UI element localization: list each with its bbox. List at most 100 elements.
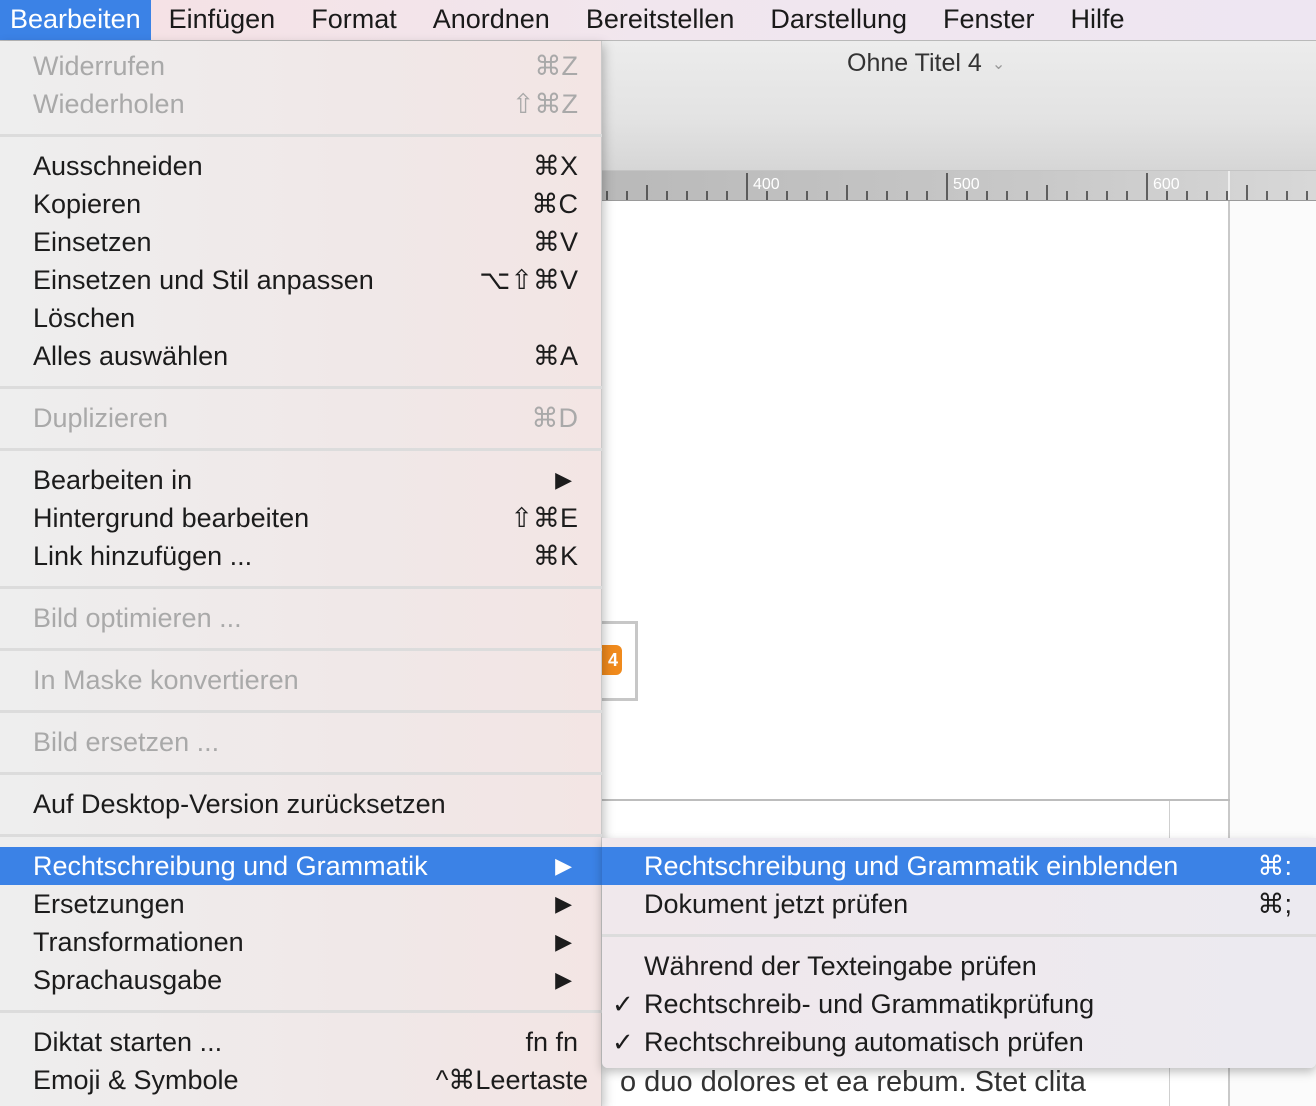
ruler-label: 600 [1153,176,1180,193]
menu-hilfe[interactable]: Hilfe [1053,0,1143,40]
chevron-down-icon[interactable]: ⌄ [992,54,1005,74]
menu-separator [0,834,602,837]
menu-item-label: Emoji & Symbole [33,1065,239,1095]
menu-format[interactable]: Format [293,0,415,40]
shortcut-label: fn fn [525,1027,578,1057]
menu-item-label: Einsetzen und Stil anpassen [33,265,374,295]
menu-item-label: In Maske konvertieren [33,665,299,695]
submenu-arrow-icon: ▶ [555,929,572,954]
submenu-arrow-icon: ▶ [555,853,572,878]
submenu-item-check-grammar[interactable]: ✓ Rechtschreib- und Grammatikprüfung [602,985,1316,1023]
menu-item-label: Duplizieren [33,403,169,433]
menu-separator [0,448,602,451]
submenu-item-autocorrect[interactable]: ✓ Rechtschreibung automatisch prüfen [602,1023,1316,1061]
checkmark-icon: ✓ [612,1027,634,1057]
menu-separator [0,1010,602,1013]
menu-anordnen[interactable]: Anordnen [415,0,568,40]
menu-bereitstellen[interactable]: Bereitstellen [568,0,753,40]
menu-separator [0,648,602,651]
shortcut-label: ⌘V [532,227,578,257]
menu-item-label: Bild optimieren ... [33,603,242,633]
submenu-item-check-while-typing[interactable]: Während der Texteingabe prüfen [602,947,1316,985]
menu-item-cut[interactable]: Ausschneiden ⌘X [0,147,602,185]
menu-separator [0,586,602,589]
menu-item-convert-mask[interactable]: In Maske konvertieren [0,661,602,699]
menu-separator [0,772,602,775]
menu-item-label: Link hinzufügen ... [33,541,253,571]
menu-item-label: Transformationen [33,927,244,957]
menu-item-label: Ersetzungen [33,889,185,919]
edit-menu: Widerrufen ⌘Z Wiederholen ⇧⌘Z Ausschneid… [0,41,602,1106]
menu-item-label: Während der Texteingabe prüfen [644,951,1037,981]
menu-item-label: Rechtschreib- und Grammatikprüfung [644,989,1095,1019]
menu-item-delete[interactable]: Löschen [0,299,602,337]
shortcut-label: ⌘A [532,341,578,371]
spelling-submenu: Rechtschreibung und Grammatik einblenden… [602,838,1316,1068]
menu-item-label: Löschen [33,303,136,333]
submenu-arrow-icon: ▶ [555,891,572,916]
menu-item-speech[interactable]: Sprachausgabe ▶ [0,961,602,999]
menu-item-duplicate[interactable]: Duplizieren ⌘D [0,399,602,437]
document-title-text: Ohne Titel 4 [847,49,982,77]
menu-item-label: Diktat starten ... [33,1027,223,1057]
ruler-label: 500 [953,176,980,193]
menu-item-label: Wiederholen [33,89,185,119]
menu-item-select-all[interactable]: Alles auswählen ⌘A [0,337,602,375]
checkmark-icon: ✓ [612,989,634,1019]
shortcut-label: ⇧⌘E [510,503,578,533]
menu-item-edit-in[interactable]: Bearbeiten in ▶ [0,461,602,499]
menu-item-label: Dokument jetzt prüfen [644,889,909,919]
menu-separator [0,710,602,713]
shortcut-label: ⌘: [1257,851,1292,881]
window-toolbar: Ohne Titel 4 ⌄ [602,41,1316,171]
menu-item-substitutions[interactable]: Ersetzungen ▶ [0,885,602,923]
menu-item-label: Auf Desktop-Version zurücksetzen [33,789,446,819]
submenu-arrow-icon: ▶ [555,467,572,492]
menu-item-label: Sprachausgabe [33,965,223,995]
menu-item-label: Hintergrund bearbeiten [33,503,310,533]
menu-item-spelling-grammar[interactable]: Rechtschreibung und Grammatik ▶ [0,847,602,885]
number-badge[interactable]: 4 [602,645,622,675]
shortcut-label: ⌥⇧⌘V [479,265,578,295]
submenu-arrow-icon: ▶ [555,967,572,992]
menu-item-redo[interactable]: Wiederholen ⇧⌘Z [0,85,602,123]
menu-item-replace-image[interactable]: Bild ersetzen ... [0,723,602,761]
menu-item-label: Bearbeiten in [33,465,193,495]
shortcut-label: ⌘C [531,189,579,219]
menu-item-transformations[interactable]: Transformationen ▶ [0,923,602,961]
menu-fenster[interactable]: Fenster [925,0,1053,40]
menu-item-label: Kopieren [33,189,142,219]
submenu-item-show-spelling[interactable]: Rechtschreibung und Grammatik einblenden… [602,847,1316,885]
menu-bar: Bearbeiten Einfügen Format Anordnen Bere… [0,0,1316,41]
shortcut-label: ⌘Z [534,51,579,81]
menu-item-undo[interactable]: Widerrufen ⌘Z [0,47,602,85]
menu-einfuegen[interactable]: Einfügen [151,0,294,40]
menu-item-label: Ausschneiden [33,151,203,181]
page-divider [602,799,1230,801]
shortcut-label: ⌘; [1257,889,1292,919]
menu-item-copy[interactable]: Kopieren ⌘C [0,185,602,223]
menu-item-dictation[interactable]: Diktat starten ... fn fn [0,1023,602,1061]
menu-item-paste-match-style[interactable]: Einsetzen und Stil anpassen ⌥⇧⌘V [0,261,602,299]
body-text-line[interactable]: o duo dolores et ea rebum. Stet clita [620,1066,1150,1099]
shortcut-label: ⌘K [532,541,578,571]
menu-darstellung[interactable]: Darstellung [752,0,925,40]
menu-item-edit-background[interactable]: Hintergrund bearbeiten ⇧⌘E [0,499,602,537]
menu-item-revert-desktop[interactable]: Auf Desktop-Version zurücksetzen [0,785,602,823]
menu-item-label: Rechtschreibung und Grammatik einblenden [644,851,1179,881]
menu-separator [0,386,602,389]
menu-item-optimize-image[interactable]: Bild optimieren ... [0,599,602,637]
document-title[interactable]: Ohne Titel 4 ⌄ [847,49,1005,78]
menu-item-label: Rechtschreibung und Grammatik [33,851,428,881]
menu-item-paste[interactable]: Einsetzen ⌘V [0,223,602,261]
ruler-ticks: 400 500 600 [606,171,1308,200]
menu-item-label: Rechtschreibung automatisch prüfen [644,1027,1084,1057]
menu-item-label: Bild ersetzen ... [33,727,220,757]
menu-separator [0,134,602,137]
menu-bearbeiten[interactable]: Bearbeiten [0,0,151,40]
menu-item-emoji[interactable]: Emoji & Symbole ^⌘Leertaste [0,1061,602,1099]
menu-item-add-link[interactable]: Link hinzufügen ... ⌘K [0,537,602,575]
horizontal-ruler[interactable]: 400 500 600 [602,171,1316,201]
menu-item-label: Einsetzen [33,227,152,257]
submenu-item-check-now[interactable]: Dokument jetzt prüfen ⌘; [602,885,1316,923]
